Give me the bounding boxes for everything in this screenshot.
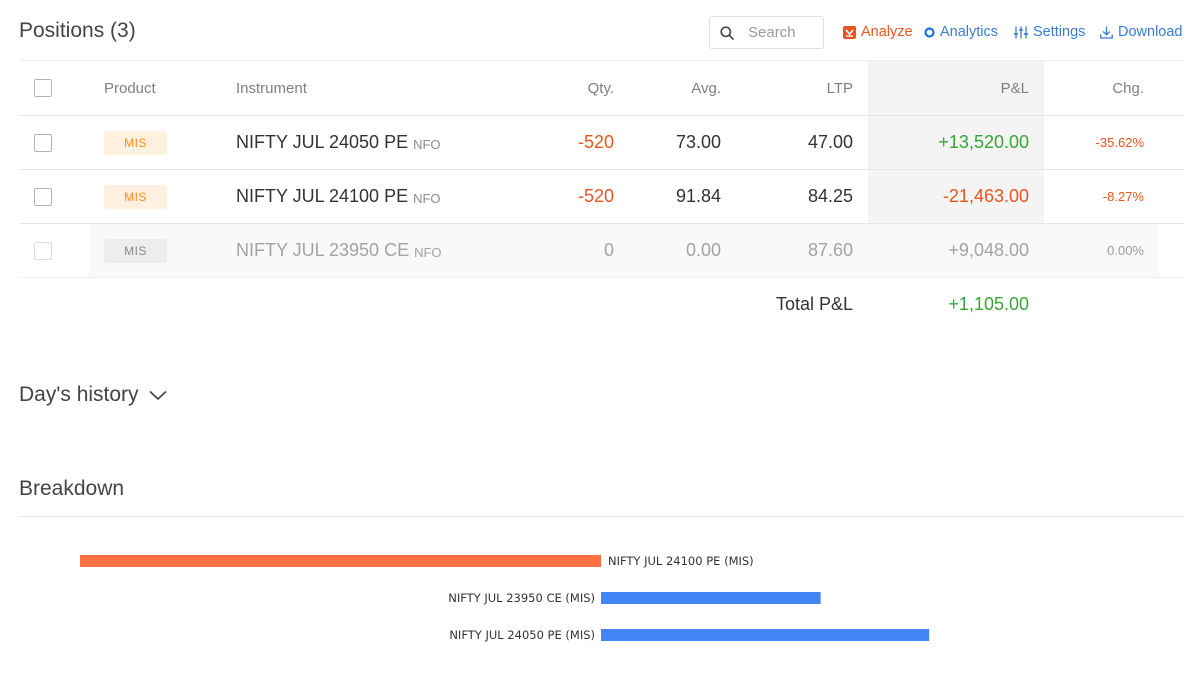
column-header-ltp[interactable]: LTP [739,61,853,115]
qty-value: -520 [577,186,614,206]
ltp-value: 84.25 [807,186,853,206]
settings-button[interactable]: Settings [1014,24,1085,40]
instrument-cell[interactable]: NIFTY JUL 23950 CE NFO [236,224,576,277]
instrument-cell[interactable]: NIFTY JUL 24100 PE NFO [236,170,576,223]
avg-value: 73.00 [675,132,721,152]
search-icon [720,25,734,40]
positions-header: Positions (3) Analyze Analytics Se [19,0,1184,60]
avg-cell: 73.00 [629,116,721,169]
chg-value: 0.00% [1107,243,1144,258]
pl-cell: -21,463.00 [868,170,1044,223]
pl-value: -21,463.00 [942,186,1029,206]
pl-cell: +13,520.00 [868,116,1044,169]
column-header-chg[interactable]: Chg. [1069,61,1144,115]
total-label-cell: Total P&L [739,278,853,331]
settings-label: Settings [1033,24,1086,40]
column-header-qty[interactable]: Qty. [529,61,614,115]
search-box[interactable] [709,16,824,49]
instrument-cell[interactable]: NIFTY JUL 24050 PE NFO [236,116,576,169]
avg-cell: 0.00 [629,224,721,277]
days-history-toggle[interactable]: Day's history [19,383,167,407]
breakdown-bar-label: NIFTY JUL 24100 PE (MIS) [608,554,754,568]
row-checkbox-cell [34,170,54,223]
breakdown-bar [80,555,601,567]
analyze-label: Analyze [861,24,913,40]
avg-cell: 91.84 [629,170,721,223]
table-row[interactable]: MIS NIFTY JUL 23950 CE NFO 0 0.00 87.60 … [19,223,1184,277]
column-header-avg[interactable]: Avg. [629,61,721,115]
ltp-cell: 84.25 [739,170,853,223]
row-checkbox-cell [34,116,54,169]
analytics-icon [924,26,935,38]
chevron-down-icon [148,390,167,400]
select-all-checkbox[interactable] [34,79,52,97]
positions-table: Product Instrument Qty. Avg. LTP P&L Chg… [19,60,1184,331]
ltp-cell: 47.00 [739,116,853,169]
total-pl-label: Total P&L [775,294,853,314]
row-checkbox-cell [34,224,54,277]
product-cell: MIS [104,224,168,277]
row-checkbox[interactable] [34,187,52,206]
total-value-cell: +1,105.00 [868,278,1044,331]
qty-cell: 0 [529,224,614,277]
instrument-name: NIFTY JUL 23950 CE [236,240,410,260]
pl-cell: +9,048.00 [868,224,1044,277]
chg-cell: -35.62% [1069,116,1144,169]
table-row[interactable]: MIS NIFTY JUL 24100 PE NFO -520 91.84 84… [19,169,1184,223]
exchange-label: NFO [413,136,441,152]
page-title: Positions (3) [19,19,136,42]
total-pl-value: +1,105.00 [948,294,1029,314]
download-button[interactable]: Download [1100,24,1183,40]
product-badge: MIS [104,184,167,209]
breakdown-title: Breakdown [19,477,125,500]
analytics-button[interactable]: Analytics [924,24,998,40]
pl-value: +9,048.00 [948,240,1029,260]
breakdown-bar-label: NIFTY JUL 24050 PE (MIS) [449,628,595,642]
qty-cell: -520 [529,170,614,223]
row-checkbox[interactable] [34,241,52,260]
exchange-label: NFO [413,190,441,206]
chg-cell: -8.27% [1069,170,1144,223]
chg-value: -8.27% [1102,189,1144,204]
table-header-row: Product Instrument Qty. Avg. LTP P&L Chg… [19,60,1184,115]
avg-value: 91.84 [675,186,721,206]
instrument-name: NIFTY JUL 24050 PE [236,132,409,152]
breakdown-bar [601,592,821,604]
column-header-instrument[interactable]: Instrument [236,61,576,115]
download-label: Download [1118,24,1183,40]
chg-value: -35.62% [1095,135,1144,150]
product-badge: MIS [104,238,167,263]
breakdown-divider [19,516,1184,517]
row-checkbox[interactable] [34,133,52,152]
pl-value: +13,520.00 [938,132,1029,152]
qty-value: -520 [577,132,614,152]
settings-sliders-icon [1014,26,1028,38]
breakdown-bar [601,629,930,641]
column-header-pl[interactable]: P&L [868,61,1044,115]
column-header-product[interactable]: Product [104,61,168,115]
instrument-name: NIFTY JUL 24100 PE [236,186,409,206]
product-badge: MIS [104,130,167,155]
ltp-value: 87.60 [807,240,853,260]
table-row[interactable]: MIS NIFTY JUL 24050 PE NFO -520 73.00 47… [19,115,1184,169]
total-row: Total P&L +1,105.00 [19,277,1184,331]
ltp-cell: 87.60 [739,224,853,277]
days-history-label: Day's history [19,383,139,406]
exchange-label: NFO [414,244,442,260]
chg-cell: 0.00% [1069,224,1144,277]
qty-cell: -520 [529,116,614,169]
product-cell: MIS [104,170,168,223]
download-icon [1100,26,1113,39]
analyze-icon [843,25,856,39]
search-input[interactable] [748,24,814,41]
analyze-button[interactable]: Analyze [843,24,913,40]
ltp-value: 47.00 [807,132,853,152]
select-all-cell [34,61,54,115]
qty-value: 0 [603,240,614,260]
analytics-label: Analytics [940,24,999,40]
avg-value: 0.00 [685,240,721,260]
breakdown-bar-label: NIFTY JUL 23950 CE (MIS) [448,591,595,605]
product-cell: MIS [104,116,168,169]
breakdown-chart: NIFTY JUL 24100 PE (MIS) NIFTY JUL 23950 … [80,554,930,642]
